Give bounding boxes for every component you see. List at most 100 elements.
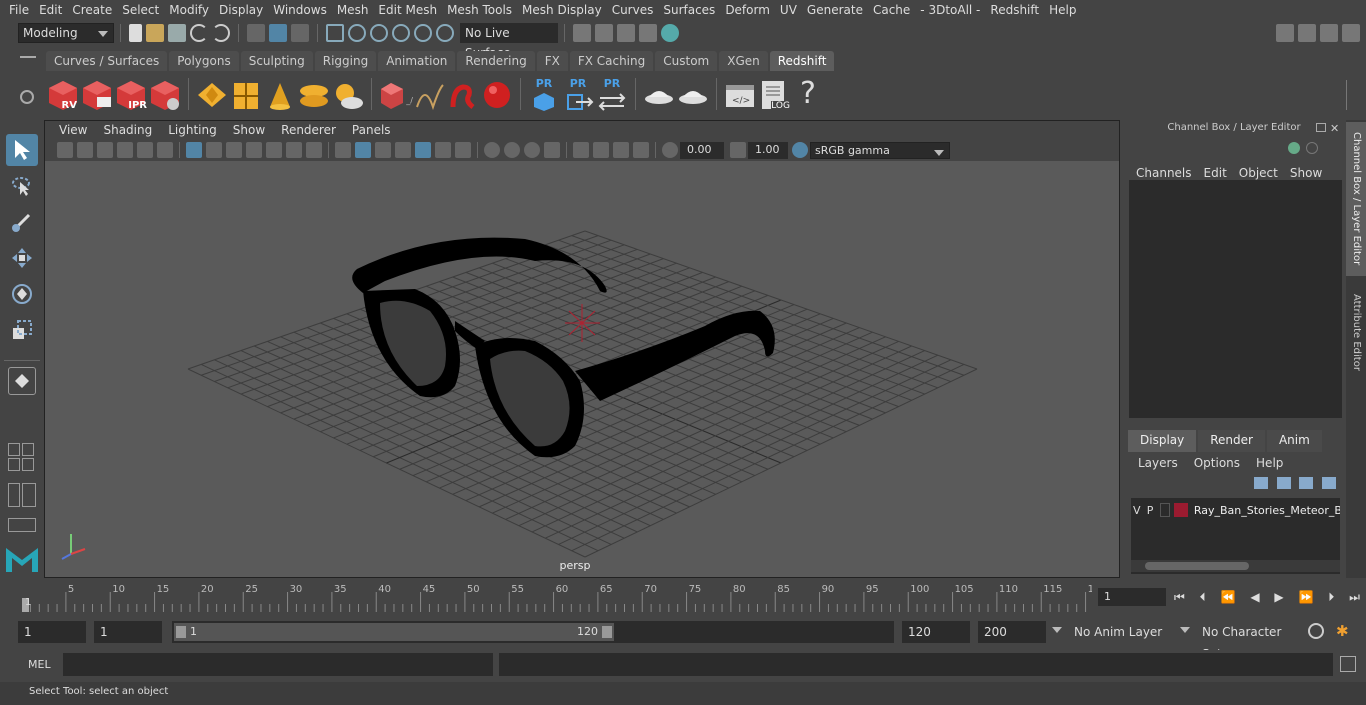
rs-sphere-button[interactable] <box>481 77 513 111</box>
move-tool[interactable] <box>6 242 38 274</box>
go-to-end-icon[interactable]: ⏭ <box>1349 590 1360 606</box>
go-to-start-icon[interactable]: ⏮ <box>1174 590 1185 606</box>
layer-scrollbar-thumb[interactable] <box>1145 562 1249 570</box>
menu-file[interactable]: File <box>4 3 34 17</box>
fit-view-icon[interactable] <box>633 142 649 158</box>
shelf-tab-curves-surfaces[interactable]: Curves / Surfaces <box>46 51 168 71</box>
anti-aliasing-icon[interactable] <box>524 142 540 158</box>
attribute-editor-icon[interactable] <box>1298 24 1316 42</box>
rs-dome-light-button[interactable] <box>298 77 330 111</box>
end-dropdown-arrow-icon[interactable] <box>1052 627 1062 633</box>
paint-select-tool[interactable] <box>6 206 38 238</box>
grease-pencil-icon[interactable] <box>157 142 173 158</box>
new-scene-icon[interactable] <box>129 24 142 42</box>
layer-scrollbar[interactable] <box>1131 560 1340 572</box>
play-backward-icon[interactable]: ◀ <box>1250 590 1259 606</box>
new-layer-icon[interactable] <box>1299 477 1314 489</box>
animation-preferences-icon[interactable]: ✱ <box>1336 622 1354 640</box>
rs-baking-settings-button[interactable] <box>677 77 709 111</box>
new-layer-selected-icon[interactable] <box>1321 477 1336 489</box>
menu-uv[interactable]: UV <box>775 3 802 17</box>
move-layer-up-icon[interactable] <box>1254 477 1269 489</box>
motion-blur-icon[interactable] <box>504 142 520 158</box>
select-tool[interactable] <box>6 134 38 166</box>
grid-toggle-icon[interactable] <box>186 142 202 158</box>
time-slider[interactable]: 5 10 15 20 25 30 35 40 45 50 55 60 65 70 75 80 85 90 95 100… <box>0 580 1366 614</box>
frame-selection-icon[interactable] <box>613 142 629 158</box>
tool-settings-icon[interactable] <box>1320 24 1338 42</box>
safe-action-icon[interactable] <box>286 142 302 158</box>
menu-edit-mesh[interactable]: Edit Mesh <box>373 3 442 17</box>
shelf-tab-fx[interactable]: FX <box>536 51 568 71</box>
rs-help-button[interactable]: ? <box>792 77 824 111</box>
gate-mask-icon[interactable] <box>246 142 262 158</box>
outliner-layout-icon[interactable] <box>8 483 20 507</box>
menu-mesh[interactable]: Mesh <box>332 3 374 17</box>
float-panel-icon[interactable] <box>1316 123 1326 132</box>
shelf-tab-rigging[interactable]: Rigging <box>314 51 377 71</box>
shelf-scroll-arrows[interactable] <box>1346 80 1358 110</box>
rs-proxy-button[interactable] <box>196 77 228 111</box>
shelf-tab-sculpting[interactable]: Sculpting <box>240 51 313 71</box>
current-frame-field[interactable]: 1 <box>1098 588 1166 606</box>
timeline-track[interactable]: 5 10 15 20 25 30 35 40 45 50 55 60 65 70 75 80 85 90 95 100… <box>22 582 1100 612</box>
layer-display-type[interactable] <box>1160 503 1171 517</box>
shelf-menu-icon[interactable] <box>20 56 36 58</box>
viewport-menu-view[interactable]: View <box>51 123 95 137</box>
range-bar[interactable]: 1 120 <box>174 623 614 641</box>
menu-windows[interactable]: Windows <box>268 3 332 17</box>
menu-edit[interactable]: Edit <box>34 3 67 17</box>
ipr-render-icon[interactable] <box>617 24 635 42</box>
script-editor-icon[interactable] <box>1340 656 1356 672</box>
snap-curve-icon[interactable] <box>348 24 366 42</box>
close-panel-icon[interactable]: ✕ <box>1330 122 1339 135</box>
select-component-icon[interactable] <box>291 24 309 42</box>
rs-pr-convert-button[interactable]: PR <box>596 77 628 111</box>
frame-all-icon[interactable] <box>593 142 609 158</box>
wireframe-icon[interactable] <box>335 142 351 158</box>
scene-view[interactable]: persp <box>45 161 1119 577</box>
render-settings-icon[interactable] <box>573 24 591 42</box>
scale-tool[interactable] <box>6 314 38 346</box>
single-perspective-layout-icon[interactable] <box>8 367 36 395</box>
step-forward-frame-icon[interactable]: ⏵ <box>1328 590 1334 606</box>
manipulator-icon[interactable] <box>1306 142 1318 154</box>
channel-box-side-tab[interactable]: Channel Box / Layer Editor <box>1346 122 1366 276</box>
layer-color-swatch[interactable] <box>1174 503 1188 517</box>
layer-menu-options[interactable]: Options <box>1186 456 1248 470</box>
isolate-select-icon[interactable] <box>573 142 589 158</box>
live-surface-field[interactable]: No Live Surface <box>460 23 558 60</box>
menu-create[interactable]: Create <box>67 3 117 17</box>
hypershade-icon[interactable] <box>661 24 679 42</box>
undo-icon[interactable] <box>190 24 208 42</box>
lasso-tool[interactable] <box>6 170 38 202</box>
shelf-tab-animation[interactable]: Animation <box>378 51 456 71</box>
play-forward-icon[interactable]: ▶ <box>1274 590 1283 606</box>
image-plane-icon[interactable] <box>117 142 133 158</box>
select-hierarchy-icon[interactable] <box>247 24 265 42</box>
animation-start-field[interactable]: 1 <box>18 621 86 643</box>
animation-end-field[interactable]: 200 <box>978 621 1046 643</box>
textured-icon[interactable] <box>395 142 411 158</box>
channel-box-icon[interactable] <box>1342 24 1360 42</box>
shelf-tab-custom[interactable]: Custom <box>655 51 718 71</box>
rotate-tool[interactable] <box>6 278 38 310</box>
field-chart-icon[interactable] <box>266 142 282 158</box>
rs-hair-button[interactable] <box>447 77 479 111</box>
mel-label[interactable]: MEL <box>28 658 51 671</box>
viewport-menu-panels[interactable]: Panels <box>344 123 399 137</box>
rs-pr-export-button[interactable]: PR <box>528 77 560 111</box>
anim-layer-dropdown-icon[interactable] <box>1180 627 1190 633</box>
rs-render-sequence-button[interactable] <box>81 77 113 111</box>
rs-ipr-button[interactable]: IPR <box>115 77 147 111</box>
layer-visibility-icon[interactable] <box>1288 142 1300 154</box>
rs-sun-sky-button[interactable] <box>332 77 364 111</box>
step-forward-key-icon[interactable]: ⏩ <box>1298 590 1313 606</box>
redo-icon[interactable] <box>212 24 230 42</box>
anim-layer-field[interactable]: No Anim Layer <box>1068 621 1172 643</box>
color-management-icon[interactable] <box>792 142 808 158</box>
shadows-icon[interactable] <box>435 142 451 158</box>
shelf-tab-xgen[interactable]: XGen <box>719 51 768 71</box>
step-back-frame-icon[interactable]: ⏴ <box>1200 590 1206 606</box>
rs-curves-button[interactable] <box>413 77 445 111</box>
